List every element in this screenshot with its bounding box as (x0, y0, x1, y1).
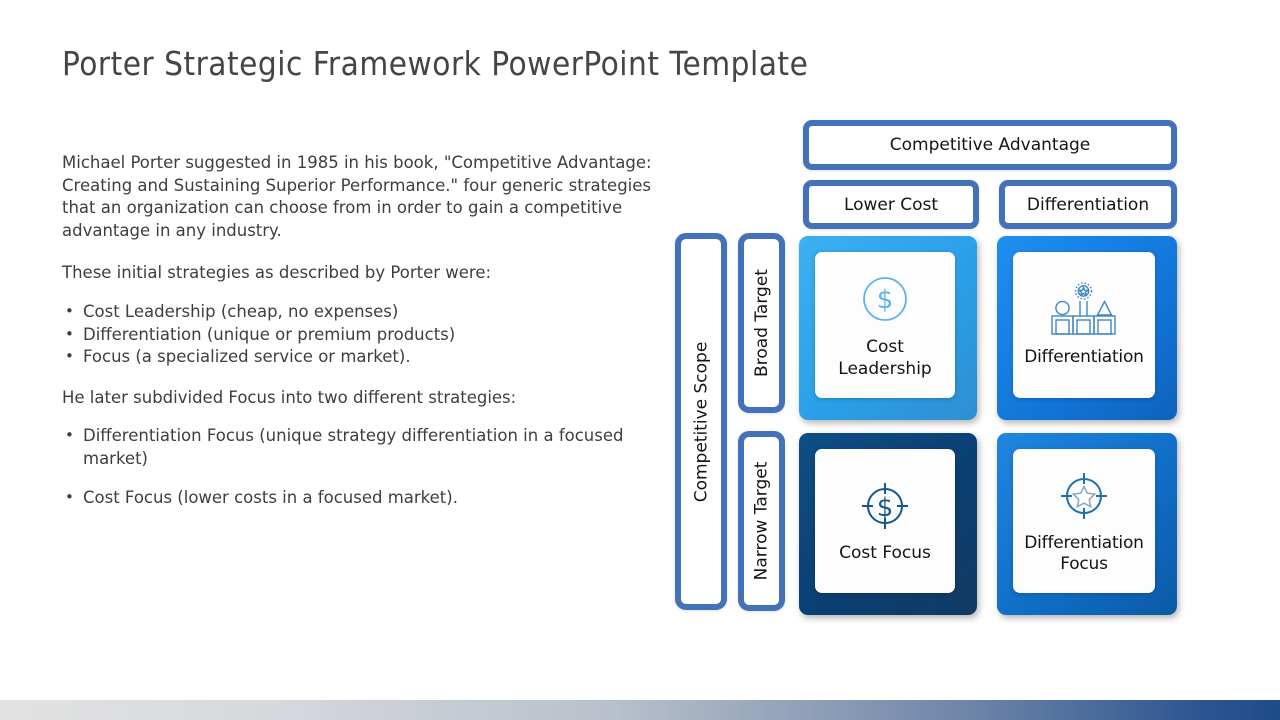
svg-text:$: $ (877, 493, 894, 523)
footer-gradient-bar (0, 700, 1280, 720)
quadrant-cost-focus-card: $ Cost Focus (815, 449, 955, 593)
quadrant-differentiation-focus-label: Differentiation Focus (1024, 532, 1144, 575)
dollar-circle-icon: $ (860, 271, 910, 327)
dollar-target-icon: $ (857, 478, 913, 534)
list-item: Differentiation (unique or premium produ… (62, 323, 662, 347)
quadrant-cost-focus[interactable]: $ Cost Focus (799, 433, 977, 615)
label-line-2: Leadership (838, 358, 932, 379)
axis-broad-target[interactable]: Broad Target (738, 233, 785, 413)
list-item: Focus (a specialized service or market). (62, 345, 662, 369)
quadrant-differentiation[interactable]: Differentiation (997, 236, 1177, 420)
quadrant-cost-focus-label: Cost Focus (839, 543, 931, 563)
sub-strategies-lead-in: He later subdivided Focus into two diffe… (62, 387, 517, 407)
axis-competitive-scope[interactable]: Competitive Scope (675, 233, 727, 610)
label-line-1: Differentiation (1024, 532, 1144, 553)
quadrant-differentiation-card: Differentiation (1013, 252, 1155, 398)
quadrant-differentiation-label: Differentiation (1024, 347, 1144, 367)
axis-narrow-target[interactable]: Narrow Target (738, 431, 785, 611)
axis-narrow-target-label: Narrow Target (751, 461, 772, 581)
initial-strategies-list: Cost Leadership (cheap, no expenses) Dif… (62, 300, 662, 369)
label-line-2: Focus (1060, 553, 1108, 574)
star-target-icon (1056, 468, 1112, 524)
porter-generic-strategies-matrix: Competitive Advantage Lower Cost Differe… (672, 116, 1192, 616)
description-column: Michael Porter suggested in 1985 in his … (62, 152, 662, 527)
quadrant-differentiation-focus[interactable]: Differentiation Focus (997, 433, 1177, 615)
quadrant-cost-leadership-label: Cost Leadership (838, 336, 931, 380)
label-line-1: Cost (866, 336, 904, 357)
header-competitive-advantage[interactable]: Competitive Advantage (803, 120, 1177, 170)
list-item: Differentiation Focus (unique strategy d… (62, 424, 662, 470)
intro-paragraph: Michael Porter suggested in 1985 in his … (62, 153, 652, 240)
quadrant-cost-leadership-card: $ Cost Leadership (815, 252, 955, 398)
quadrant-differentiation-focus-card: Differentiation Focus (1013, 449, 1155, 593)
strategies-lead-in: These initial strategies as described by… (62, 263, 492, 283)
svg-text:$: $ (877, 285, 894, 315)
list-item: Cost Leadership (cheap, no expenses) (62, 300, 662, 324)
header-differentiation[interactable]: Differentiation (999, 180, 1177, 229)
header-lower-cost[interactable]: Lower Cost (803, 180, 979, 229)
axis-competitive-scope-label: Competitive Scope (691, 341, 712, 502)
podium-shapes-icon (1047, 282, 1121, 338)
slide-canvas: Porter Strategic Framework PowerPoint Te… (0, 0, 1280, 720)
axis-broad-target-label: Broad Target (751, 269, 772, 377)
focus-strategies-list: Differentiation Focus (unique strategy d… (62, 424, 662, 510)
quadrant-cost-leadership[interactable]: $ Cost Leadership (799, 236, 977, 420)
page-title: Porter Strategic Framework PowerPoint Te… (62, 44, 809, 83)
list-item: Cost Focus (lower costs in a focused mar… (62, 486, 662, 510)
